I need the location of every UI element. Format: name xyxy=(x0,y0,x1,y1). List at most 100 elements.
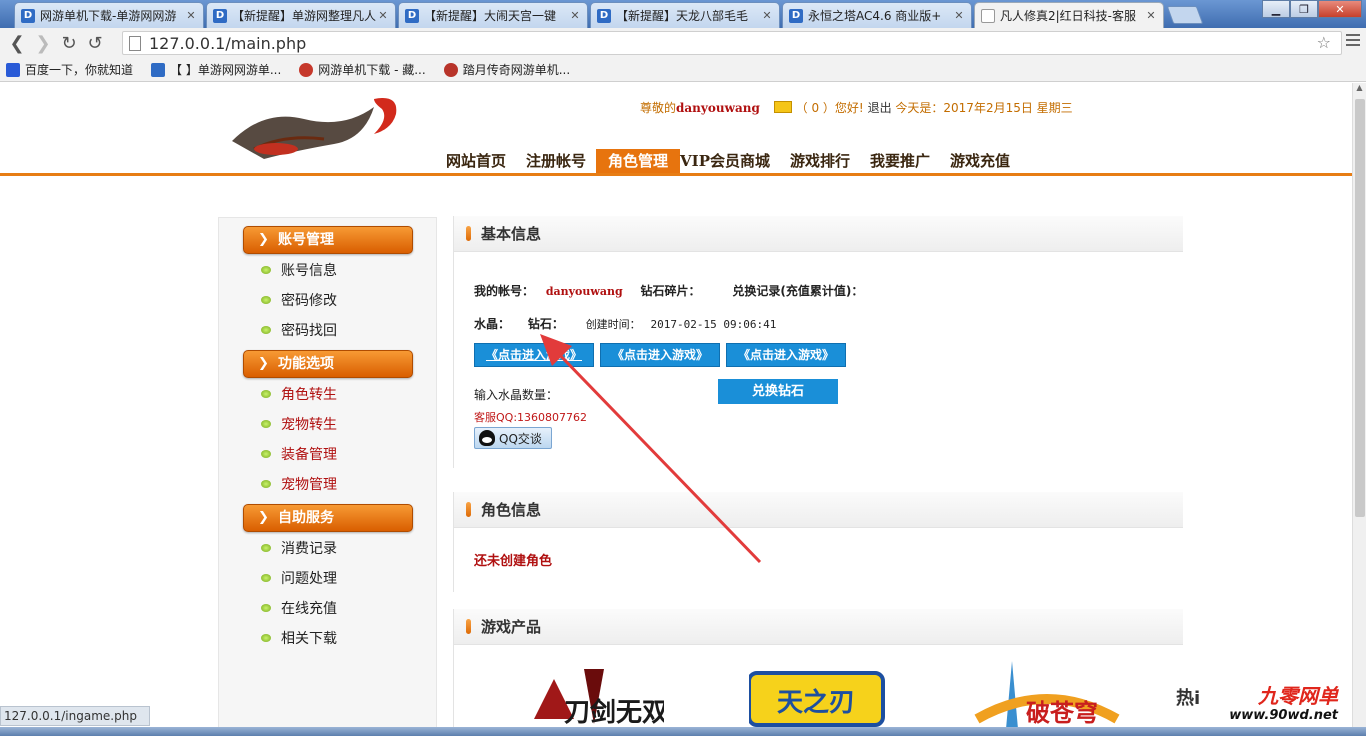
nav-register[interactable]: 注册帐号 xyxy=(516,149,596,173)
bookmark-item[interactable]: 百度一下，你就知道 xyxy=(6,61,133,78)
bullet-icon xyxy=(261,266,271,274)
enter-game-button-2[interactable]: 《点击进入游戏》 xyxy=(600,343,720,367)
exchange-diamond-button[interactable]: 兑换钻石 xyxy=(718,379,838,404)
tab-close-icon[interactable]: ✕ xyxy=(953,9,965,22)
bookmark-item[interactable]: 踏月传奇网游单机... xyxy=(443,61,571,78)
forward-arrow-icon[interactable]: ❯ xyxy=(30,30,56,56)
enter-game-button-3[interactable]: 《点击进入游戏》 xyxy=(726,343,846,367)
game-products-panel: 游戏产品 刀剑无双 天之刃 破苍穹 xyxy=(453,609,1183,736)
qq-chat-button[interactable]: QQ交谈 xyxy=(474,427,552,449)
tab-favicon-icon: D xyxy=(789,8,803,23)
bookmark-label: 网游单机下载 - 藏... xyxy=(318,63,426,77)
undo-icon[interactable]: ↺ xyxy=(82,30,108,56)
panel-title: 角色信息 xyxy=(481,501,542,519)
tab-close-icon[interactable]: ✕ xyxy=(1145,9,1157,22)
bullet-icon xyxy=(261,450,271,458)
page-scrollbar[interactable]: ▲ xyxy=(1352,83,1366,736)
crystal-label: 水晶： xyxy=(474,317,511,331)
hot-text: 热i xyxy=(1176,688,1201,709)
sidebar-section-account[interactable]: ❯ 账号管理 xyxy=(243,226,413,254)
mail-icon[interactable] xyxy=(773,101,792,113)
game-thumbnail-1[interactable]: 刀剑无双 xyxy=(524,659,664,729)
browser-menu-icon[interactable] xyxy=(1346,34,1360,46)
tab-close-icon[interactable]: ✕ xyxy=(377,9,389,22)
bullet-icon xyxy=(261,544,271,552)
game-thumbnail-3[interactable]: 破苍穹 xyxy=(972,659,1122,729)
browser-tab-4[interactable]: D 【新提醒】天龙八部毛毛 ✕ xyxy=(590,2,780,28)
scroll-up-icon[interactable]: ▲ xyxy=(1353,83,1366,97)
no-role-text: 还未创建角色 xyxy=(474,554,553,569)
nav-home[interactable]: 网站首页 xyxy=(436,149,516,173)
sidebar-item-pet-rebirth[interactable]: 宠物转生 xyxy=(261,414,337,434)
game-thumbnail-2[interactable]: 天之刃 xyxy=(749,659,889,729)
sidebar-section-self-service[interactable]: ❯ 自助服务 xyxy=(243,504,413,532)
nav-role-management[interactable]: 角色管理 xyxy=(596,149,681,173)
logout-link[interactable]: 退出 xyxy=(868,101,892,115)
game-title: 破苍穹 xyxy=(1026,698,1098,727)
close-window-icon[interactable]: ✕ xyxy=(1318,0,1362,18)
reload-icon[interactable]: ↻ xyxy=(56,30,82,56)
enter-game-button-1[interactable]: 《点击进入游戏》 xyxy=(474,343,594,367)
nav-promote[interactable]: 我要推广 xyxy=(860,149,940,173)
tab-favicon-icon: D xyxy=(597,8,611,23)
mail-count: （ 0 ）您好! xyxy=(795,101,864,115)
bookmark-star-icon[interactable]: ☆ xyxy=(1317,33,1331,52)
sidebar-item-issue-handling[interactable]: 问题处理 xyxy=(261,568,337,588)
scrollbar-thumb[interactable] xyxy=(1355,99,1365,517)
browser-tab-2[interactable]: D 【新提醒】单游网整理凡人 ✕ xyxy=(206,2,396,28)
nav-recharge[interactable]: 游戏充值 xyxy=(940,149,1020,173)
watermark-url: www.90wd.net xyxy=(1229,708,1338,723)
browser-tab-5[interactable]: D 永恒之塔AC4.6 商业版+ ✕ xyxy=(782,2,972,28)
sidebar-item-online-recharge[interactable]: 在线充值 xyxy=(261,598,337,618)
sidebar-item-downloads[interactable]: 相关下载 xyxy=(261,628,337,648)
sidebar-section-functions[interactable]: ❯ 功能选项 xyxy=(243,350,413,378)
address-bar[interactable]: 127.0.0.1/main.php ☆ xyxy=(122,31,1342,55)
bullet-icon xyxy=(261,574,271,582)
tab-favicon-icon: D xyxy=(405,8,419,23)
tab-close-icon[interactable]: ✕ xyxy=(185,9,197,22)
bookmark-label: 踏月传奇网游单机... xyxy=(462,63,571,77)
sidebar-item-password-change[interactable]: 密码修改 xyxy=(261,290,337,310)
sidebar-item-password-recover[interactable]: 密码找回 xyxy=(261,320,337,340)
tab-close-icon[interactable]: ✕ xyxy=(569,9,581,22)
browser-tab-6-active[interactable]: 凡人修真2|红日科技-客服 ✕ xyxy=(974,2,1164,28)
sidebar-item-spending-record[interactable]: 消费记录 xyxy=(261,538,337,558)
sidebar-item-equipment[interactable]: 装备管理 xyxy=(261,444,337,464)
button-label: QQ交谈 xyxy=(499,431,542,446)
sidebar-item-account-info[interactable]: 账号信息 xyxy=(261,260,337,280)
back-arrow-icon[interactable]: ❮ xyxy=(4,30,30,56)
nav-ranking[interactable]: 游戏排行 xyxy=(780,149,860,173)
minimize-icon[interactable]: ▁ xyxy=(1262,0,1290,18)
bookmark-item[interactable]: 网游单机下载 - 藏... xyxy=(299,61,426,78)
browser-tab-3[interactable]: D 【新提醒】大闹天宫一键 ✕ xyxy=(398,2,588,28)
sidebar-item-label: 相关下载 xyxy=(281,631,337,647)
bookmark-label: 百度一下，你就知道 xyxy=(25,63,134,77)
section-title: 账号管理 xyxy=(278,232,334,248)
restore-icon[interactable]: ❐ xyxy=(1290,0,1318,18)
header-bar-icon xyxy=(466,502,471,517)
browser-tabstrip: D 网游单机下载-单游网网游 ✕ D 【新提醒】单游网整理凡人 ✕ D 【新提醒… xyxy=(0,0,1366,28)
watermark-brand: 九零网单 xyxy=(1258,684,1338,708)
tab-close-icon[interactable]: ✕ xyxy=(761,9,773,22)
sidebar-item-label: 密码找回 xyxy=(281,323,337,339)
bookmark-item[interactable]: 【 】单游网网游单... xyxy=(151,61,281,78)
bullet-icon xyxy=(261,420,271,428)
status-bar: 127.0.0.1/ingame.php xyxy=(0,706,150,726)
game-title: 刀剑无双 xyxy=(564,697,664,728)
chevron-right-icon: ❯ xyxy=(258,510,269,525)
service-qq-text: 客服QQ:1360807762 xyxy=(474,411,588,424)
new-tab-button[interactable] xyxy=(1166,6,1204,24)
sidebar-item-label: 装备管理 xyxy=(281,447,337,463)
browser-tab-1[interactable]: D 网游单机下载-单游网网游 ✕ xyxy=(14,2,204,28)
sidebar-item-role-rebirth[interactable]: 角色转生 xyxy=(261,384,337,404)
baidu-paw-icon xyxy=(6,62,20,77)
site-watermark: 九零网单 www.90wd.net xyxy=(1228,684,1338,728)
sidebar-item-label: 宠物管理 xyxy=(281,477,337,493)
nav-vip-shop[interactable]: VIP会员商城 xyxy=(680,149,780,173)
account-value: danyouwang xyxy=(545,285,623,298)
created-value: 2017-02-15 09:06:41 xyxy=(650,318,777,331)
sidebar-item-pet-management[interactable]: 宠物管理 xyxy=(261,474,337,494)
diamond-label: 钻石： xyxy=(527,317,564,331)
panel-title: 游戏产品 xyxy=(481,618,542,636)
game-logo[interactable] xyxy=(224,89,404,171)
